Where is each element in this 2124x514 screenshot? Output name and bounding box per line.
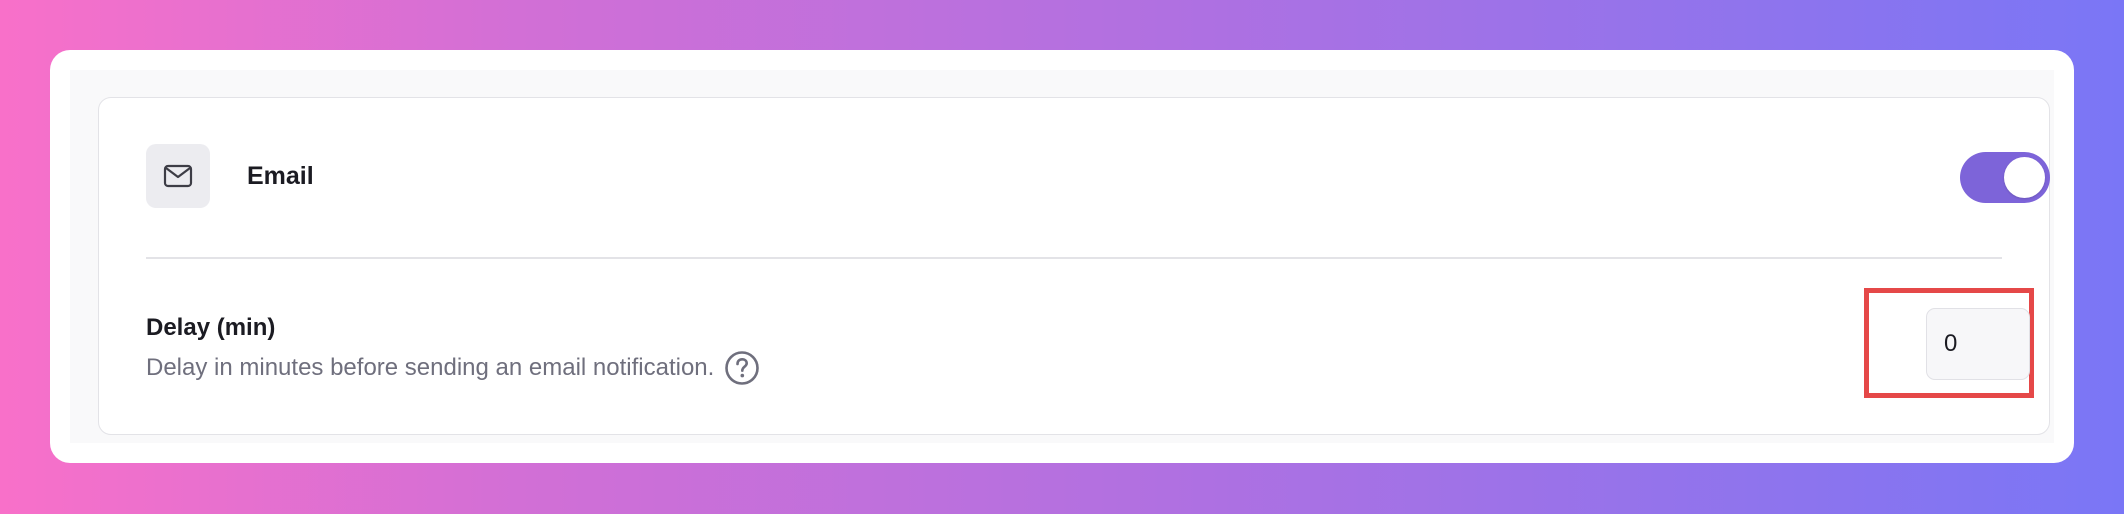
email-channel-card: Email Delay (min) Delay in minutes befor… [98,97,2050,435]
delay-input[interactable] [1926,308,2030,380]
channel-icon-box [146,144,210,208]
settings-panel: Email Delay (min) Delay in minutes befor… [70,70,2054,443]
delay-setting-description: Delay in minutes before sending an email… [146,354,715,381]
delay-setting-description-row: Delay in minutes before sending an email… [146,350,760,386]
question-circle-icon[interactable] [724,350,760,386]
section-divider [146,257,2002,259]
toggle-knob [2004,157,2045,198]
mail-icon [163,164,193,188]
channel-label: Email [247,162,314,190]
delay-setting-title: Delay (min) [146,314,276,341]
email-enabled-toggle[interactable] [1960,152,2050,203]
screenshot-frame: Email Delay (min) Delay in minutes befor… [50,50,2074,463]
